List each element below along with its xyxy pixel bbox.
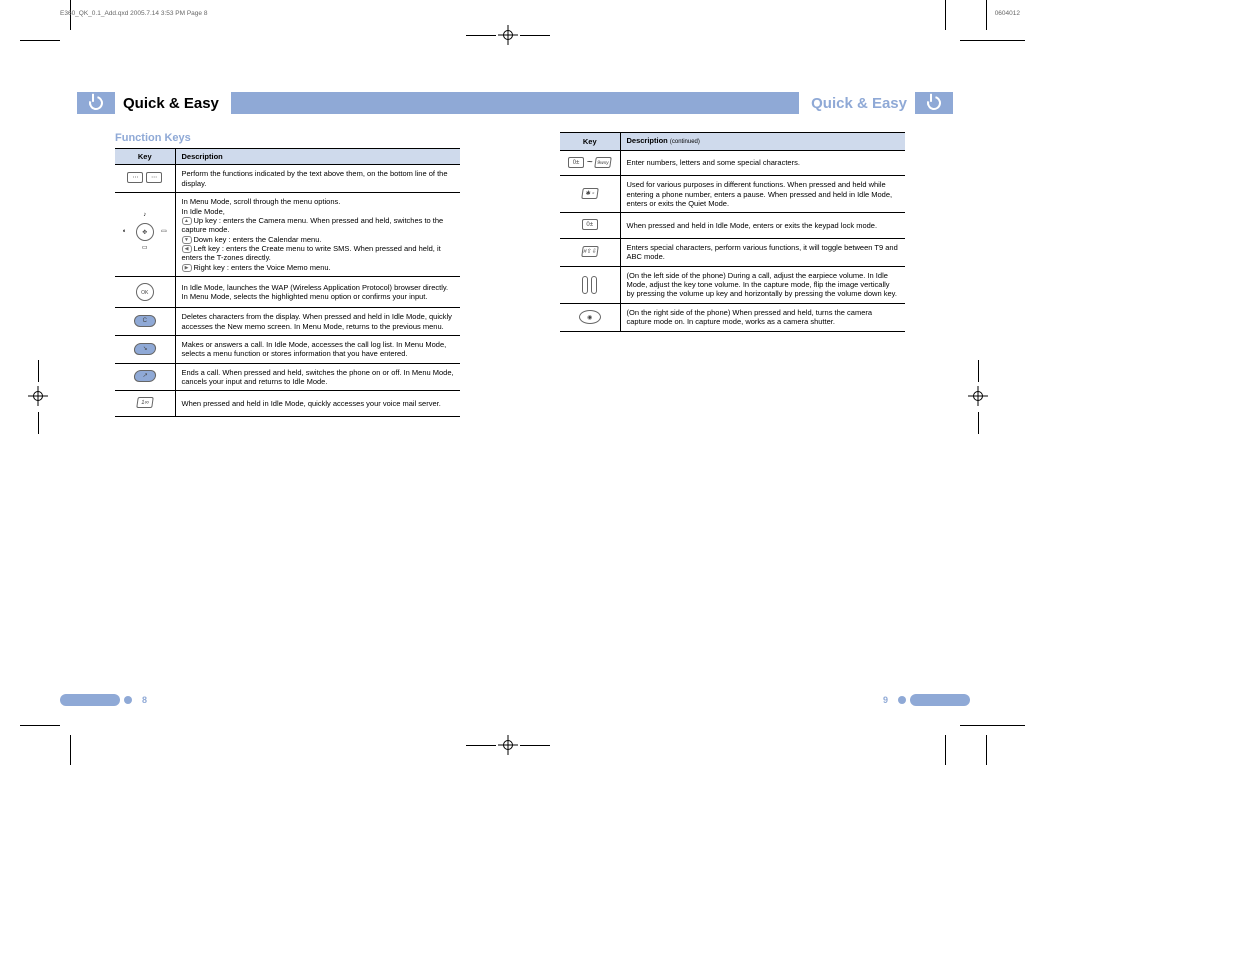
left-page-body: Function Keys Key Description ⋯ ⋯ Perfor…: [115, 132, 460, 417]
table-row: 1∞ When pressed and held in Idle Mode, q…: [115, 391, 460, 417]
cropmark: [986, 0, 987, 30]
header-accent: [915, 92, 953, 114]
header-title: Quick & Easy: [799, 92, 915, 114]
page-number: 8: [142, 695, 147, 705]
header-bar-right: Quick & Easy: [515, 92, 953, 114]
function-keys-table: Key Description ⋯ ⋯ Perform the function…: [115, 148, 460, 417]
footer-pill: [60, 694, 120, 706]
footer-pill: [910, 694, 970, 706]
c-key-icon: C: [115, 308, 175, 336]
camera-key-icon: ◉: [560, 303, 620, 331]
cropmark: [986, 735, 987, 765]
row-desc: When pressed and held in Idle Mode, quic…: [175, 391, 460, 417]
cropmark: [945, 0, 946, 30]
footer-dot: [124, 696, 132, 704]
footer-right: 9: [883, 694, 970, 706]
row-desc: Deletes characters from the display. Whe…: [175, 308, 460, 336]
table-row: ↘ Makes or answers a call. In Idle Mode,…: [115, 335, 460, 363]
left-page: Quick & Easy Function Keys Key Descripti…: [60, 40, 515, 710]
cropmark: [945, 735, 946, 765]
table-row: C Deletes characters from the display. W…: [115, 308, 460, 336]
row-desc: Used for various purposes in different f…: [620, 176, 905, 213]
row-desc: Ends a call. When pressed and held, swit…: [175, 363, 460, 391]
volume-keys-icon: [560, 266, 620, 303]
cropmark: [995, 40, 1025, 41]
end-key-icon: ↗: [115, 363, 175, 391]
page-spread: Quick & Easy Function Keys Key Descripti…: [60, 40, 970, 710]
right-icon: ▶: [182, 264, 192, 272]
cropmark: [20, 725, 60, 726]
col-desc: Description (continued): [620, 133, 905, 151]
power-icon: [86, 93, 105, 112]
row-desc: Perform the functions indicated by the t…: [175, 165, 460, 193]
row-desc: Enters special characters, perform vario…: [620, 238, 905, 266]
slug-right: 0604012: [995, 10, 1020, 17]
row-desc: Makes or answers a call. In Idle Mode, a…: [175, 335, 460, 363]
footer-left: 8: [60, 694, 147, 706]
left-icon: ◀: [182, 245, 192, 253]
softkey-pair-icon: ⋯ ⋯: [115, 165, 175, 193]
cropmark: [520, 745, 550, 746]
one-key-icon: 1∞: [115, 391, 175, 417]
registration-mark: [28, 386, 48, 406]
col-key: Key: [560, 133, 620, 151]
up-icon: ▲: [182, 217, 192, 225]
registration-mark: [968, 386, 988, 406]
col-key: Key: [115, 149, 175, 165]
cropmark: [466, 35, 496, 36]
table-row: 0± When pressed and held in Idle Mode, e…: [560, 213, 905, 239]
cropmark: [38, 412, 39, 434]
table-row: ✥ ♪▭◐▭ In Menu Mode, scroll through the …: [115, 193, 460, 277]
page-number: 9: [883, 695, 888, 705]
cropmark: [995, 725, 1025, 726]
row-desc: In Menu Mode, scroll through the menu op…: [175, 193, 460, 277]
header-bar-left: Quick & Easy: [77, 92, 515, 114]
table-row: 0± ~ 9wxy Enter numbers, letters and som…: [560, 150, 905, 176]
right-page-body: Key Description (continued) 0± ~ 9wxy En…: [560, 132, 905, 332]
cropmark: [978, 412, 979, 434]
table-row: ✱ ▫ Used for various purposes in differe…: [560, 176, 905, 213]
header-title: Quick & Easy: [115, 92, 231, 114]
down-icon: ▼: [182, 236, 192, 244]
cropmark: [978, 360, 979, 382]
function-keys-table-2: Key Description (continued) 0± ~ 9wxy En…: [560, 132, 905, 332]
slug-left: E360_QK_0.1_Add.qxd 2005.7.14 3:53 PM Pa…: [60, 10, 207, 17]
table-row: ⋯ ⋯ Perform the functions indicated by t…: [115, 165, 460, 193]
zero-nine-icon: 0± ~ 9wxy: [560, 150, 620, 176]
table-row: (On the left side of the phone) During a…: [560, 266, 905, 303]
row-desc: In Idle Mode, launches the WAP (Wireless…: [175, 277, 460, 308]
table-row: ◉ (On the right side of the phone) When …: [560, 303, 905, 331]
footer-dot: [898, 696, 906, 704]
row-desc: Enter numbers, letters and some special …: [620, 150, 905, 176]
table-row: ↗ Ends a call. When pressed and held, sw…: [115, 363, 460, 391]
row-desc: When pressed and held in Idle Mode, ente…: [620, 213, 905, 239]
right-page: Quick & Easy Key Description (continued)…: [515, 40, 970, 710]
header-accent: [77, 92, 115, 114]
section-title: Function Keys: [115, 132, 460, 144]
zero-key-icon: 0±: [560, 213, 620, 239]
cropmark: [960, 725, 1000, 726]
power-icon: [924, 93, 943, 112]
cropmark: [38, 360, 39, 382]
hash-key-icon: #⇧⇩: [560, 238, 620, 266]
col-desc: Description: [175, 149, 460, 165]
ok-key-icon: OK: [115, 277, 175, 308]
cropmark: [466, 745, 496, 746]
cropmark: [70, 735, 71, 765]
star-key-icon: ✱ ▫: [560, 176, 620, 213]
cropmark: [520, 35, 550, 36]
row-desc: (On the right side of the phone) When pr…: [620, 303, 905, 331]
nav-cluster-icon: ✥ ♪▭◐▭: [115, 193, 175, 277]
table-row: #⇧⇩ Enters special characters, perform v…: [560, 238, 905, 266]
cropmark: [20, 40, 60, 41]
row-desc: (On the left side of the phone) During a…: [620, 266, 905, 303]
call-key-icon: ↘: [115, 335, 175, 363]
registration-mark: [498, 735, 518, 755]
table-row: OK In Idle Mode, launches the WAP (Wirel…: [115, 277, 460, 308]
